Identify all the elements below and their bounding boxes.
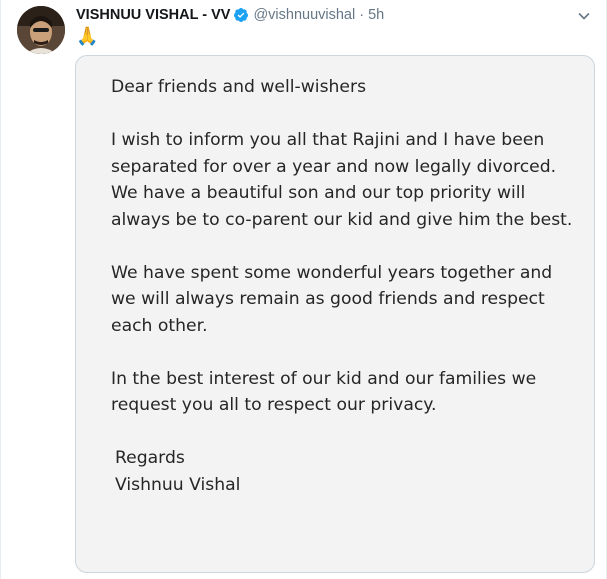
letter-paragraph-2: We have spent some wonderful years toget… (111, 262, 553, 336)
statement-letter: Dear friends and well-wishers I wish to … (111, 74, 581, 498)
more-options-button[interactable] (576, 8, 592, 24)
tweet-text: 🙏 (76, 26, 99, 46)
letter-closing: Regards (115, 448, 185, 468)
chevron-down-icon (578, 13, 590, 20)
letter-paragraph-3: In the best interest of our kid and our … (111, 368, 537, 416)
author-handle[interactable]: @vishnuuvishal (253, 7, 355, 23)
tweet-card[interactable]: VISHNUU VISHAL - VV @vishnuuvishal · 5h … (0, 0, 607, 579)
tweet-timestamp[interactable]: 5h (368, 7, 384, 23)
separator-dot: · (359, 7, 365, 23)
author-display-name[interactable]: VISHNUU VISHAL - VV (76, 7, 230, 23)
tweet-header: VISHNUU VISHAL - VV @vishnuuvishal · 5h (76, 6, 384, 24)
letter-paragraph-1: I wish to inform you all that Rajini and… (111, 130, 573, 230)
avatar-image (17, 6, 65, 54)
letter-signoff: Regards Vishnuu Vishal (111, 445, 581, 498)
letter-greeting: Dear friends and well-wishers (111, 77, 367, 97)
avatar[interactable] (17, 6, 65, 54)
letter-signature: Vishnuu Vishal (115, 474, 241, 495)
tweet-media-image[interactable]: Dear friends and well-wishers I wish to … (75, 55, 595, 573)
verified-badge-icon (233, 7, 249, 23)
